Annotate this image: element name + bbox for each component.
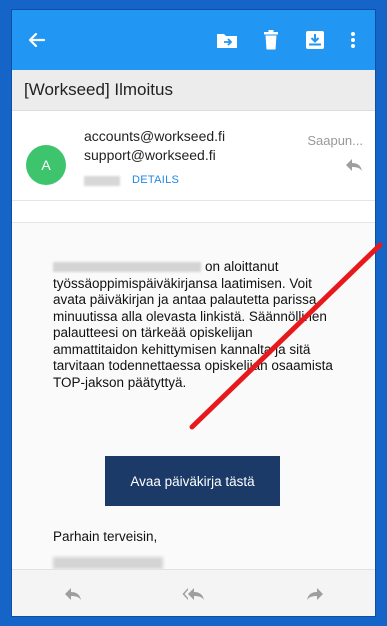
bottom-reply-button[interactable]	[53, 579, 93, 609]
reply-all-icon	[182, 587, 204, 600]
open-diary-button[interactable]: Avaa päiväkirja tästä	[105, 456, 280, 506]
more-vertical-icon	[351, 32, 355, 48]
move-to-folder-button[interactable]	[209, 25, 245, 55]
delete-button[interactable]	[253, 25, 289, 55]
redacted-signature	[53, 557, 163, 569]
back-arrow-icon	[28, 32, 46, 48]
reply-button[interactable]	[345, 158, 363, 177]
arrived-label: Saapun...	[307, 133, 363, 148]
redacted-student-name	[53, 262, 201, 273]
message-body: on aloittanut työssäoppimispäiväkirjansa…	[12, 222, 375, 570]
email-subject: [Workseed] Ilmoitus	[12, 70, 375, 111]
back-button[interactable]	[22, 25, 52, 55]
forward-icon	[306, 587, 323, 600]
trash-icon	[264, 30, 278, 50]
email-app-window: [Workseed] Ilmoitus A accounts@workseed.…	[12, 10, 375, 616]
app-bar	[12, 10, 375, 70]
more-options-button[interactable]	[341, 25, 365, 55]
sender-card: A accounts@workseed.fi support@workseed.…	[12, 111, 375, 201]
reply-icon	[64, 587, 81, 600]
details-link[interactable]: DETAILS	[132, 171, 179, 190]
bottom-reply-all-button[interactable]	[174, 579, 214, 609]
reply-icon	[346, 159, 362, 171]
bottom-forward-button[interactable]	[295, 579, 335, 609]
download-box-icon	[306, 31, 324, 49]
message-text: on aloittanut työssäoppimispäiväkirjansa…	[53, 259, 335, 391]
redacted-date	[84, 175, 120, 186]
message-paragraph: on aloittanut työssäoppimispäiväkirjansa…	[53, 259, 333, 390]
archive-button[interactable]	[297, 25, 333, 55]
bottom-action-bar	[12, 569, 375, 616]
folder-move-icon	[217, 34, 237, 48]
greeting-text: Parhain terveisin,	[53, 529, 158, 544]
sender-avatar[interactable]: A	[26, 145, 66, 185]
